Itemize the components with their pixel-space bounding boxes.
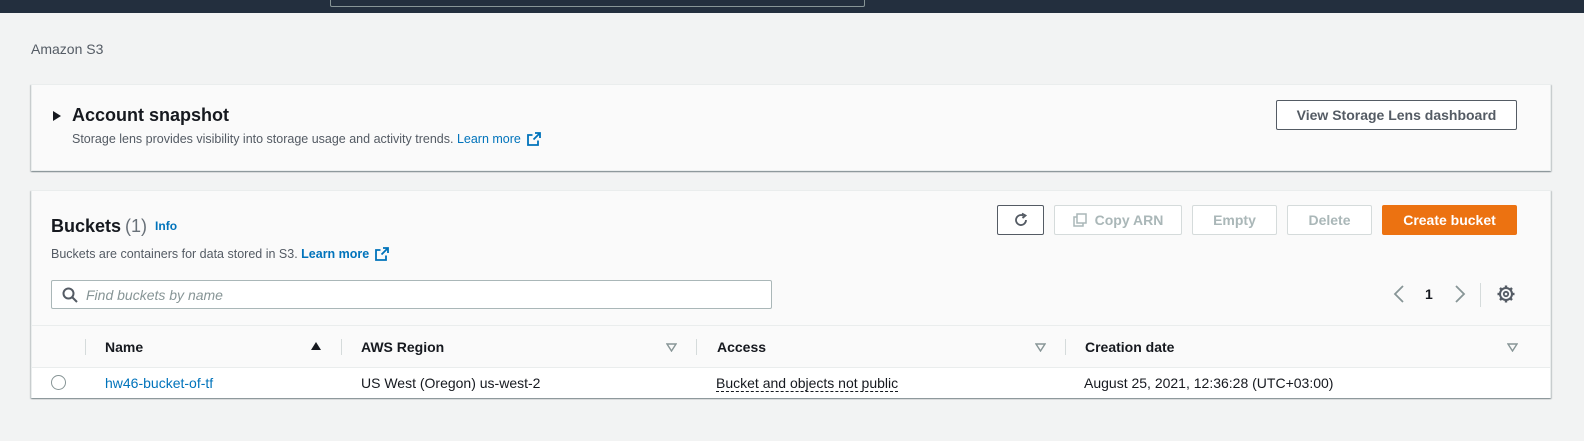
account-snapshot-panel: Account snapshot Storage lens provides v… — [31, 84, 1551, 171]
buckets-panel: Buckets (1) Info Buckets are containers fo… — [31, 190, 1551, 398]
column-header-name[interactable]: Name — [105, 326, 143, 367]
column-divider — [85, 339, 86, 355]
sort-descending-icon[interactable] — [1035, 343, 1046, 352]
empty-button[interactable]: Empty — [1192, 205, 1277, 235]
copy-arn-label: Copy ARN — [1094, 212, 1164, 228]
bucket-name-link[interactable]: hw46-bucket-of-tf — [105, 368, 213, 398]
snapshot-learn-more-link[interactable]: Learn more — [457, 132, 521, 146]
column-divider — [696, 339, 697, 355]
sort-descending-icon[interactable] — [666, 343, 677, 352]
buckets-description: Buckets are containers for data stored i… — [51, 247, 390, 261]
sort-ascending-icon[interactable] — [311, 342, 321, 350]
copy-arn-button[interactable]: Copy ARN — [1054, 205, 1182, 235]
bucket-access-text: Bucket and objects not public — [716, 374, 899, 392]
view-storage-lens-button[interactable]: View Storage Lens dashboard — [1276, 100, 1517, 130]
column-header-access[interactable]: Access — [717, 326, 766, 367]
create-bucket-button[interactable]: Create bucket — [1382, 205, 1517, 235]
external-link-icon[interactable] — [375, 247, 390, 261]
bucket-creation-date: August 25, 2021, 12:36:28 (UTC+03:00) — [1084, 375, 1334, 391]
sort-descending-icon[interactable] — [1507, 343, 1518, 352]
refresh-icon — [1014, 212, 1027, 226]
bucket-region: US West (Oregon) us-west-2 — [361, 375, 541, 391]
global-search-field[interactable] — [330, 0, 865, 7]
column-header-region[interactable]: AWS Region — [361, 326, 444, 367]
breadcrumb[interactable]: Amazon S3 — [31, 41, 103, 57]
current-page-number[interactable]: 1 — [1425, 286, 1433, 302]
copy-icon — [1072, 213, 1087, 227]
top-navigation-bar — [0, 0, 1584, 13]
buckets-count: (1) — [125, 216, 148, 236]
buckets-heading: Buckets (1) Info — [51, 216, 177, 237]
column-divider — [1065, 339, 1066, 355]
column-divider — [341, 339, 342, 355]
bucket-search-input[interactable] — [86, 285, 756, 305]
external-link-icon[interactable] — [526, 132, 541, 146]
bucket-access[interactable]: Bucket and objects not public — [716, 368, 899, 398]
chevron-left-icon[interactable] — [1393, 285, 1405, 303]
table-header: Name AWS Region Access Creation date — [32, 325, 1550, 368]
search-icon — [62, 287, 78, 303]
account-snapshot-description: Storage lens provides visibility into st… — [72, 132, 541, 146]
gear-icon[interactable] — [1497, 285, 1515, 303]
buckets-description-text: Buckets are containers for data stored i… — [51, 247, 298, 261]
expand-caret-icon[interactable] — [53, 111, 61, 121]
buckets-info-link[interactable]: Info — [155, 219, 177, 233]
column-header-creation-date[interactable]: Creation date — [1085, 326, 1174, 367]
refresh-button[interactable] — [997, 205, 1044, 235]
chevron-right-icon[interactable] — [1454, 285, 1466, 303]
snapshot-description-text: Storage lens provides visibility into st… — [72, 132, 454, 146]
row-select-radio[interactable] — [51, 375, 66, 390]
delete-button[interactable]: Delete — [1287, 205, 1372, 235]
bucket-search-field[interactable] — [51, 280, 772, 309]
buckets-learn-more-link[interactable]: Learn more — [301, 247, 369, 261]
table-row: hw46-bucket-of-tf US West (Oregon) us-we… — [32, 368, 1550, 398]
account-snapshot-title[interactable]: Account snapshot — [72, 105, 229, 126]
buckets-title: Buckets — [51, 216, 122, 236]
pagination-divider — [1480, 283, 1481, 307]
